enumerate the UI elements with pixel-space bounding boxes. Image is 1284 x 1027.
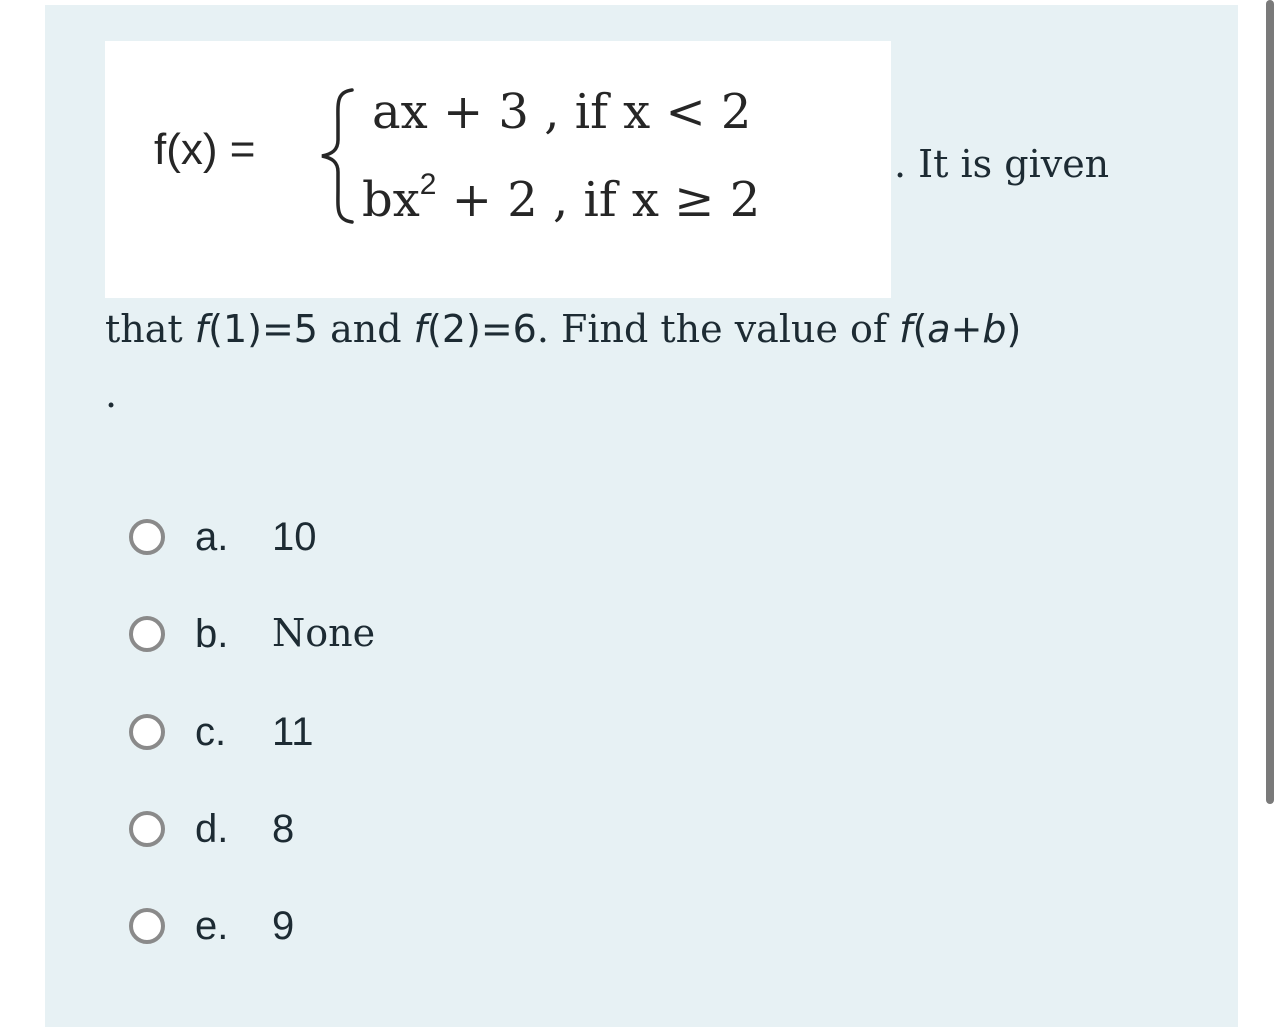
option-d-letter: d.: [195, 807, 229, 851]
formula-case-2: bx2 + 2 , if x ≥ 2: [362, 170, 760, 225]
q-m1: (1)=5: [208, 307, 318, 351]
q-var-b: b: [982, 307, 1007, 351]
radio-button-c[interactable]: [129, 714, 165, 750]
option-a-value: 10: [272, 515, 317, 559]
option-a-letter: a.: [195, 515, 229, 559]
option-c-value: 11: [272, 710, 314, 754]
option-d-value: 8: [272, 807, 295, 851]
radio-button-d[interactable]: [129, 811, 165, 847]
curly-brace-icon: [321, 88, 354, 224]
option-d[interactable]: d. 8: [127, 807, 527, 857]
question-text-part-2: that f(1)=5 and f(2)=6. Find the value o…: [105, 310, 1021, 348]
case-2-rest: + 2 , if x ≥ 2: [436, 172, 761, 228]
formula-case-1: ax + 3 , if x < 2: [372, 84, 752, 140]
q-m2: (2)=6: [427, 307, 537, 351]
q-text-that: that: [105, 307, 195, 351]
option-e[interactable]: e. 9: [127, 904, 527, 954]
case-2-exponent: 2: [419, 168, 437, 201]
option-b-letter: b.: [195, 612, 229, 656]
case-2-base: bx: [362, 172, 420, 228]
q-text-find: . Find the value of: [536, 307, 900, 351]
q-var-a: a: [927, 307, 951, 351]
vertical-scrollbar[interactable]: [1266, 0, 1274, 804]
formula-fx-label: f(x) =: [154, 125, 256, 174]
option-c-letter: c.: [195, 710, 227, 754]
q-f2: f: [413, 307, 427, 351]
radio-button-e[interactable]: [129, 908, 165, 944]
option-c[interactable]: c. 11: [127, 710, 527, 760]
question-trailing-period: .: [105, 372, 118, 416]
radio-button-b[interactable]: [129, 616, 165, 652]
q-text-and: and: [317, 307, 414, 351]
q-paren-open: (: [912, 307, 928, 351]
q-plus: +: [950, 307, 983, 351]
option-a[interactable]: a. 10: [127, 515, 527, 565]
q-f3: f: [899, 307, 913, 351]
q-paren-close: ): [1006, 307, 1022, 351]
radio-button-a[interactable]: [129, 519, 165, 555]
option-e-letter: e.: [195, 904, 229, 948]
option-b[interactable]: b. None: [127, 612, 527, 662]
question-text-part-1: . It is given: [894, 142, 1110, 186]
q-f1: f: [194, 307, 209, 351]
option-e-value: 9: [272, 904, 295, 948]
option-b-value: None: [272, 611, 376, 655]
